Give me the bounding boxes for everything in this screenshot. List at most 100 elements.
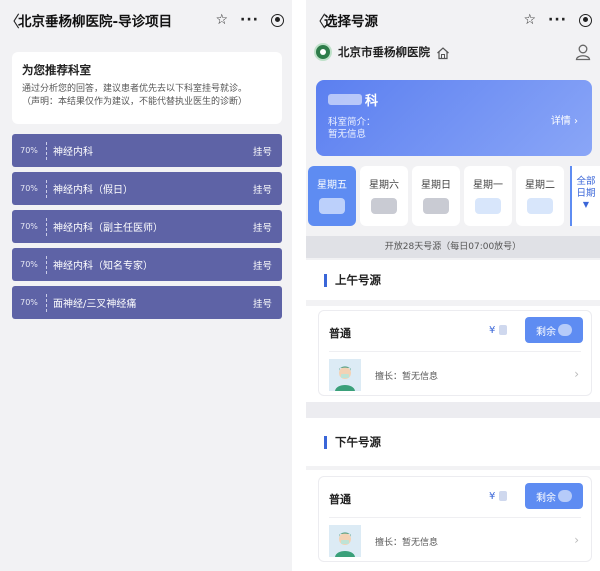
page-title: 北京垂杨柳医院-导诊项目	[18, 14, 173, 30]
divider	[329, 351, 581, 352]
section-title: 上午号源	[335, 273, 381, 287]
blurred-date	[475, 198, 501, 214]
more-icon[interactable]: ···	[240, 13, 259, 27]
doctor-expertise: 擅长：暂无信息	[375, 372, 439, 382]
department-name: 神经内科	[53, 147, 93, 158]
all-dates-line2: 日期	[576, 188, 596, 199]
slot-type: 普通	[329, 327, 351, 340]
hospital-name: 北京市垂杨柳医院	[338, 45, 430, 59]
date-day: 星期六	[369, 180, 399, 191]
match-percent: 70%	[20, 298, 38, 307]
hospital-logo-icon	[314, 43, 332, 61]
department-card: 科 科室简介： 暂无信息 详情 ›	[316, 80, 592, 156]
release-notice: 开放28天号源（每日07:00放号）	[306, 236, 600, 258]
star-icon[interactable]: ☆	[215, 13, 228, 27]
slot-item[interactable]: 普通 ¥ 剩余 擅长：暂无信息 ›	[318, 476, 592, 562]
slot-price: ¥	[489, 325, 507, 336]
match-percent: 70%	[20, 184, 38, 193]
remaining-button[interactable]: 剩余	[525, 483, 583, 509]
nav-bar: 〈 选择号源 ☆ ···	[306, 0, 600, 40]
department-name: 神经内科（假日）	[53, 185, 133, 196]
nav-bar: 〈 北京垂杨柳医院-导诊项目 ☆ ···	[0, 0, 292, 40]
department-item[interactable]: 70% 神经内科（假日） 挂号	[12, 172, 282, 205]
remaining-label: 剩余	[536, 492, 556, 504]
caret-down-icon: ▼	[582, 200, 590, 209]
divider	[46, 293, 47, 312]
back-icon[interactable]: 〈	[310, 8, 326, 32]
doctor-expertise: 擅长：暂无信息	[375, 538, 439, 548]
slot-item[interactable]: 普通 ¥ 剩余 擅长：暂无信息 ›	[318, 310, 592, 396]
blurred-date	[319, 198, 345, 214]
afternoon-section-header: 下午号源	[306, 418, 600, 466]
blurred-date	[371, 198, 397, 214]
register-button[interactable]: 挂号	[253, 220, 272, 234]
blurred-price	[498, 325, 507, 335]
date-tab[interactable]: 星期日	[412, 166, 460, 226]
divider	[46, 141, 47, 160]
department-name: 面神经/三叉神经痛	[53, 299, 137, 310]
date-tab[interactable]: 星期一	[464, 166, 512, 226]
price-prefix: ¥	[489, 491, 496, 502]
blurred-date	[527, 198, 553, 214]
blurred-price	[498, 491, 507, 501]
star-icon[interactable]: ☆	[523, 13, 536, 27]
intro-value: 暂无信息	[328, 129, 367, 140]
date-selector: 星期五 星期六 星期日 星期一 星期二 全部 日期 ▼	[306, 166, 600, 228]
close-target-icon[interactable]	[271, 13, 284, 27]
date-tab[interactable]: 星期五	[308, 166, 356, 226]
date-tab[interactable]: 星期六	[360, 166, 408, 226]
price-prefix: ¥	[489, 325, 496, 336]
intro-label: 科室简介：	[328, 117, 376, 128]
back-icon[interactable]: 〈	[4, 8, 20, 32]
section-accent-bar	[324, 273, 327, 287]
close-target-icon[interactable]	[579, 13, 592, 27]
recommend-desc-line2: （声明：本结果仅作为建议，不能代替执业医生的诊断）	[22, 97, 248, 107]
department-item[interactable]: 70% 面神经/三叉神经痛 挂号	[12, 286, 282, 319]
blurred-date	[423, 198, 449, 214]
date-day: 星期五	[317, 180, 347, 191]
date-day: 星期二	[525, 180, 555, 191]
chevron-right-icon: ›	[574, 116, 578, 127]
blurred-text	[328, 94, 362, 105]
doctor-avatar	[329, 359, 361, 391]
chevron-right-icon[interactable]: ›	[574, 367, 579, 381]
date-tab[interactable]: 星期二	[516, 166, 564, 226]
all-dates-button[interactable]: 全部 日期 ▼	[570, 166, 600, 226]
register-button[interactable]: 挂号	[253, 144, 272, 158]
department-item[interactable]: 70% 神经内科 挂号	[12, 134, 282, 167]
detail-link[interactable]: 详情 ›	[551, 112, 578, 127]
recommend-title: 为您推荐科室	[22, 63, 91, 77]
department-item[interactable]: 70% 神经内科（副主任医师） 挂号	[12, 210, 282, 243]
remaining-button[interactable]: 剩余	[525, 317, 583, 343]
doctor-avatar	[329, 525, 361, 557]
all-dates-line1: 全部	[576, 176, 596, 187]
nav-actions: ☆ ···	[215, 0, 284, 40]
date-day: 星期一	[473, 180, 503, 191]
department-name: 科	[328, 90, 580, 109]
department-name: 神经内科（副主任医师）	[53, 223, 163, 234]
register-button[interactable]: 挂号	[253, 258, 272, 272]
department-item[interactable]: 70% 神经内科（知名专家） 挂号	[12, 248, 282, 281]
department-list: 70% 神经内科 挂号 70% 神经内科（假日） 挂号 70% 神经内科（副主任…	[12, 134, 282, 324]
date-day: 星期日	[421, 180, 451, 191]
nav-actions: ☆ ···	[523, 0, 592, 40]
blurred-count	[558, 324, 572, 336]
divider	[46, 179, 47, 198]
user-icon[interactable]	[574, 43, 592, 61]
recommend-desc-line1: 通过分析您的回答，建议患者优先去以下科室挂号就诊。	[22, 84, 248, 94]
register-button[interactable]: 挂号	[253, 182, 272, 196]
remaining-label: 剩余	[536, 326, 556, 338]
detail-label: 详情	[550, 116, 571, 127]
home-icon[interactable]	[436, 45, 450, 60]
match-percent: 70%	[20, 260, 38, 269]
register-button[interactable]: 挂号	[253, 296, 272, 310]
left-screen: 〈 北京垂杨柳医院-导诊项目 ☆ ··· 为您推荐科室 通过分析您的回答，建议患…	[0, 0, 292, 571]
chevron-right-icon[interactable]: ›	[574, 533, 579, 547]
hospital-row: 北京市垂杨柳医院	[314, 40, 594, 64]
morning-section-header: 上午号源	[306, 260, 600, 300]
divider	[329, 517, 581, 518]
divider	[46, 255, 47, 274]
slot-type: 普通	[329, 493, 351, 506]
department-name: 神经内科（知名专家）	[53, 261, 153, 272]
more-icon[interactable]: ···	[548, 13, 567, 27]
